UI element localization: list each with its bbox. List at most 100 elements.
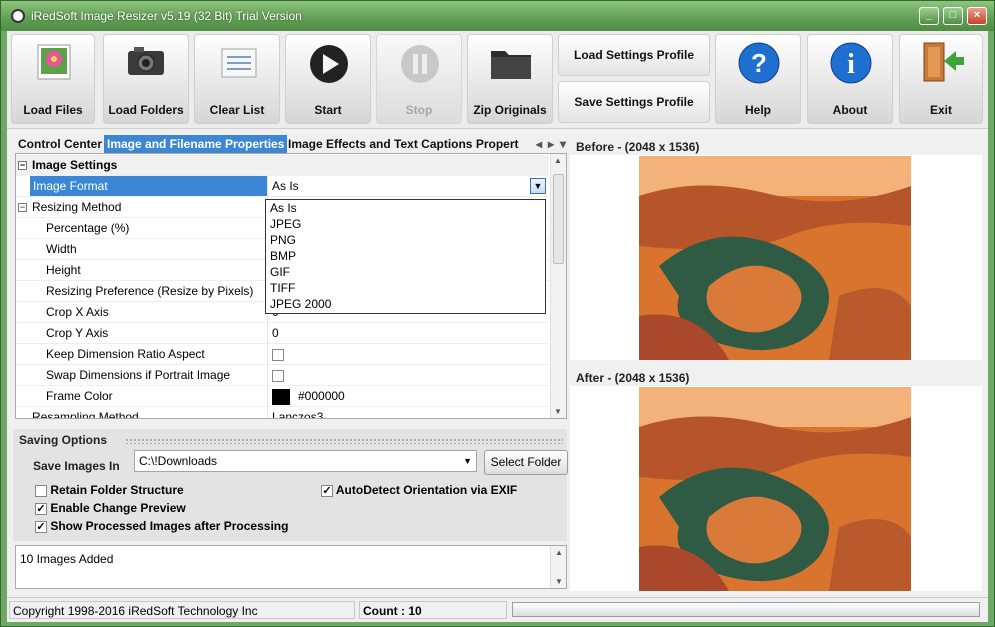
title-bar[interactable]: iRedSoft Image Resizer v5.19 (32 Bit) Tr… [1, 1, 994, 31]
before-label: Before - (2048 x 1536) [576, 140, 700, 154]
row-image-format[interactable]: Image Format As Is ▼ [16, 176, 549, 197]
saving-options-title: Saving Options [19, 433, 108, 447]
help-icon: ? [738, 42, 780, 84]
row-crop-y[interactable]: Crop Y Axis 0 [16, 323, 549, 344]
save-images-in-label: Save Images In [33, 459, 120, 473]
tab-image-filename-properties[interactable]: Image and Filename Properties [104, 135, 288, 153]
dropdown-option[interactable]: TIFF [266, 280, 545, 296]
row-resampling-method[interactable]: Resampling Method Lanczos3 [16, 407, 549, 418]
exit-label: Exit [929, 103, 952, 117]
zip-originals-button[interactable]: Zip Originals [467, 34, 553, 124]
tab-control-center[interactable]: Control Center [15, 135, 105, 153]
autodetect-option[interactable]: AutoDetect Orientation via EXIF [321, 483, 517, 497]
load-folders-button[interactable]: Load Folders [103, 34, 189, 124]
log-scrollbar[interactable]: ▲ ▼ [550, 546, 566, 588]
keep-ratio-checkbox[interactable] [272, 348, 284, 361]
info-icon: i [830, 42, 872, 84]
clear-list-button[interactable]: Clear List [194, 34, 280, 124]
exit-door-icon [923, 42, 964, 82]
tab-image-effects[interactable]: Image Effects and Text Captions Propert [285, 135, 531, 153]
scroll-down-icon[interactable]: ▼ [554, 407, 562, 416]
retain-folder-option[interactable]: Retain Folder Structure [35, 483, 184, 497]
camera-folder-icon [128, 47, 164, 75]
collapse-icon[interactable]: − [18, 161, 27, 170]
help-button[interactable]: ? Help [715, 34, 801, 124]
tab-strip: Control Center Image and Filename Proper… [15, 135, 567, 153]
row-swap-dimensions[interactable]: Swap Dimensions if Portrait Image [16, 365, 549, 386]
image-format-dropdown[interactable]: As Is JPEG PNG BMP GIF TIFF JPEG 2000 [265, 199, 546, 314]
dropdown-option[interactable]: As Is [266, 200, 545, 216]
copyright-text: Copyright 1998-2016 iRedSoft Technology … [9, 601, 355, 619]
retain-folder-checkbox[interactable] [35, 484, 47, 497]
collapse-icon[interactable]: − [18, 203, 27, 212]
clear-list-label: Clear List [209, 103, 265, 117]
maximize-button[interactable]: □ [943, 7, 963, 25]
start-button[interactable]: Start [285, 34, 371, 124]
section-divider [125, 438, 563, 444]
dropdown-option[interactable]: PNG [266, 232, 545, 248]
progress-bar [512, 602, 980, 617]
close-button[interactable]: × [967, 7, 987, 25]
scroll-down-icon[interactable]: ▼ [555, 577, 563, 586]
frame-color-swatch[interactable] [272, 388, 290, 405]
folder-icon [491, 51, 531, 79]
canyon-image [639, 387, 911, 591]
photo-icon [37, 44, 71, 80]
scroll-thumb[interactable] [553, 174, 564, 264]
scroll-up-icon[interactable]: ▲ [555, 548, 563, 557]
toolbar: Load Files Load Folders Clear List Start… [7, 31, 988, 129]
dropdown-option[interactable]: GIF [266, 264, 545, 280]
play-icon [310, 45, 348, 83]
swap-dimensions-checkbox[interactable] [272, 369, 284, 382]
load-settings-profile-button[interactable]: Load Settings Profile [558, 34, 710, 76]
client-area: Load Files Load Folders Clear List Start… [7, 31, 988, 622]
dropdown-option[interactable]: BMP [266, 248, 545, 264]
list-icon [221, 48, 257, 78]
save-settings-profile-button[interactable]: Save Settings Profile [558, 81, 710, 123]
combo-arrow-icon[interactable]: ▼ [530, 178, 546, 194]
chevron-down-icon[interactable]: ▼ [463, 451, 472, 471]
show-processed-option[interactable]: Show Processed Images after Processing [35, 519, 288, 533]
log-text: 10 Images Added [20, 552, 114, 566]
after-label: After - (2048 x 1536) [576, 371, 690, 385]
before-preview [570, 155, 982, 360]
autodetect-checkbox[interactable] [321, 484, 333, 497]
canyon-image [639, 156, 911, 360]
enable-preview-option[interactable]: Enable Change Preview [35, 501, 186, 515]
tab-menu-icon[interactable]: ▾ [557, 135, 569, 153]
stop-label: Stop [405, 103, 433, 117]
enable-preview-checkbox[interactable] [35, 502, 47, 515]
tab-scroll-left-icon[interactable]: ◂ [533, 135, 545, 153]
minimize-button[interactable]: _ [919, 7, 939, 25]
category-image-settings[interactable]: − Image Settings [16, 155, 549, 176]
dropdown-option[interactable]: JPEG 2000 [266, 296, 545, 312]
scroll-up-icon[interactable]: ▲ [554, 156, 562, 165]
svg-text:i: i [847, 49, 855, 80]
select-folder-button[interactable]: Select Folder [484, 450, 568, 475]
status-bar: Copyright 1998-2016 iRedSoft Technology … [7, 597, 988, 621]
svg-text:?: ? [751, 48, 767, 78]
tab-scroll-right-icon[interactable]: ▸ [545, 135, 557, 153]
grid-scrollbar[interactable]: ▲ ▼ [550, 154, 566, 418]
load-files-button[interactable]: Load Files [11, 34, 95, 124]
row-keep-ratio[interactable]: Keep Dimension Ratio Aspect [16, 344, 549, 365]
show-processed-checkbox[interactable] [35, 520, 47, 533]
load-folders-label: Load Folders [108, 103, 184, 117]
saving-options-panel: Saving Options Save Images In C:\!Downlo… [13, 429, 568, 541]
app-icon [11, 9, 25, 23]
app-window: iRedSoft Image Resizer v5.19 (32 Bit) Tr… [0, 0, 995, 627]
save-path-value: C:\!Downloads [139, 454, 218, 468]
load-files-label: Load Files [23, 103, 83, 117]
save-path-combo[interactable]: C:\!Downloads ▼ [134, 450, 477, 472]
count-text: Count : 10 [359, 601, 507, 619]
about-label: About [832, 103, 868, 117]
stop-button[interactable]: Stop [376, 34, 462, 124]
pause-icon [401, 45, 439, 83]
exit-button[interactable]: Exit [899, 34, 983, 124]
category-label: Image Settings [32, 158, 118, 172]
row-frame-color[interactable]: Frame Color #000000 [16, 386, 549, 407]
frame-color-value: #000000 [298, 389, 345, 403]
dropdown-option[interactable]: JPEG [266, 216, 545, 232]
about-button[interactable]: i About [807, 34, 893, 124]
log-box[interactable]: 10 Images Added ▲ ▼ [15, 545, 567, 589]
